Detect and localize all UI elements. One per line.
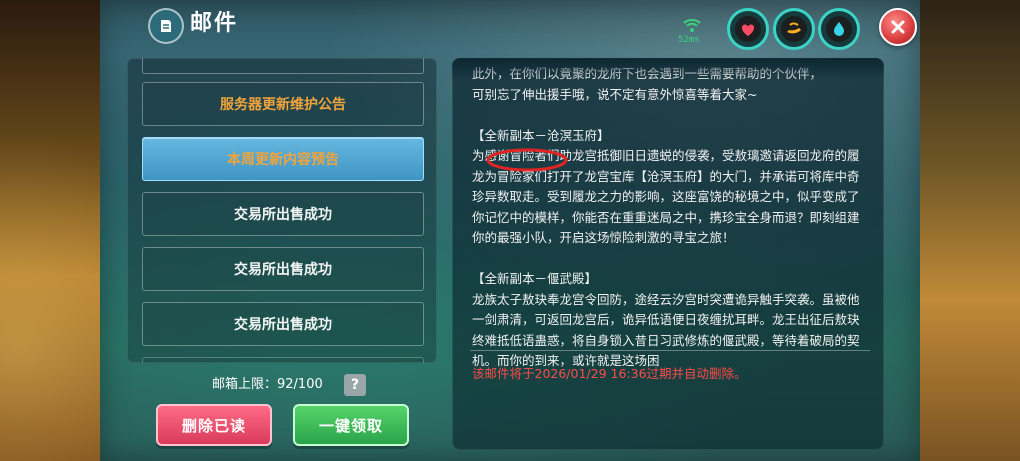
content-divider xyxy=(470,350,870,351)
delete-read-label: 删除已读 xyxy=(181,416,246,435)
expire-notice: 该邮件将于2026/01/29 16:36过期并自动删除。 xyxy=(472,366,747,381)
list-item[interactable]: 交易所出售成功 xyxy=(142,247,424,291)
body-line: 此外，在你们以竟聚的龙府下也会遇到一些需要帮助的个伙伴， xyxy=(472,66,823,81)
mail-list-panel[interactable]: 服务器更新维护公告 本周更新内容预告 交易所出售成功 交易所出售成功 交易所出售… xyxy=(127,58,437,363)
section-title: 【全新副本－偃武殿】 xyxy=(472,271,598,286)
list-item-label: 交易所出售成功 xyxy=(234,262,332,278)
list-item-selected[interactable]: 本周更新内容预告 xyxy=(142,137,424,181)
mail-content-panel[interactable]: 此外，在你们以竟聚的龙府下也会遇到一些需要帮助的个伙伴， 可别忘了伸出援手哦，说… xyxy=(452,58,884,450)
window-title: 邮件 xyxy=(190,11,239,36)
close-button[interactable] xyxy=(879,8,917,46)
claim-all-label: 一键领取 xyxy=(318,416,383,435)
heart-icon xyxy=(741,24,755,36)
water-orb[interactable] xyxy=(818,8,860,50)
mail-icon xyxy=(148,8,184,44)
list-item-label: 交易所出售成功 xyxy=(234,207,332,223)
claim-all-button[interactable]: 一键领取 xyxy=(293,404,409,446)
list-item-label: 本周更新内容预告 xyxy=(227,152,339,168)
stamina-orb[interactable] xyxy=(773,8,815,50)
section-body: 为感谢冒险者们助龙宫抵御旧日遗蜕的侵袭，受敖璃邀请返回龙府的履龙为冒险家们打开了… xyxy=(472,148,860,245)
mailbox-limit: 邮箱上限：92/100 xyxy=(212,377,323,392)
section-title: 【全新副本－沧溟玉府】 xyxy=(472,127,610,143)
list-item[interactable]: 服务器更新维护公告 xyxy=(142,82,424,126)
water-drop-icon xyxy=(834,22,844,36)
health-orb[interactable] xyxy=(727,8,769,50)
background-left xyxy=(0,0,100,461)
list-item[interactable]: 交易所出售成功 xyxy=(142,192,424,236)
list-item[interactable] xyxy=(142,357,424,363)
list-item[interactable] xyxy=(142,58,424,74)
ping-text: 52ms xyxy=(678,35,700,45)
mail-body: 此外，在你们以竟聚的龙府下也会遇到一些需要帮助的个伙伴， 可别忘了伸出援手哦，说… xyxy=(472,64,867,368)
wifi-icon xyxy=(682,17,702,37)
section-body: 龙族太子敖玦奉龙宫令回防，途经云汐宫时突遭诡异触手突袭。虽被他一剑肃清，可返回龙… xyxy=(472,291,860,369)
close-icon xyxy=(891,20,905,34)
list-item[interactable]: 交易所出售成功 xyxy=(142,302,424,346)
stamina-icon xyxy=(787,22,801,34)
background-right xyxy=(910,0,1020,461)
list-item-label: 交易所出售成功 xyxy=(234,317,332,333)
help-button[interactable]: ? xyxy=(344,374,366,396)
network-status: 52ms xyxy=(676,7,706,47)
delete-read-button[interactable]: 删除已读 xyxy=(156,404,272,446)
body-line: 可别忘了伸出援手哦，说不定有意外惊喜等着大家~ xyxy=(472,86,758,102)
list-item-label: 服务器更新维护公告 xyxy=(220,97,346,113)
